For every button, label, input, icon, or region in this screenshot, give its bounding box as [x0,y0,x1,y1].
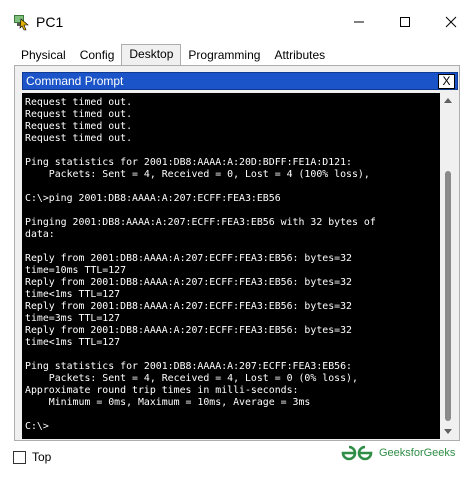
close-button[interactable] [428,0,474,44]
tab-physical[interactable]: Physical [14,46,73,66]
tab-attributes[interactable]: Attributes [267,46,333,66]
command-prompt-close-button[interactable]: X [438,74,455,89]
scroll-thumb[interactable] [445,171,451,421]
top-checkbox-label: Top [32,450,52,464]
minimize-button[interactable] [336,0,382,44]
command-prompt-title: Command Prompt [26,74,124,88]
terminal-scrollbar[interactable] [440,93,456,439]
packet-tracer-pc-icon [14,15,29,31]
window-title: PC1 [36,14,64,30]
minimize-icon [354,21,364,23]
pc1-window: PC1 Physical Config Desktop Programming … [0,0,474,488]
scroll-up-arrow-icon[interactable] [444,98,452,103]
watermark-text: GeeksforGeeks [379,447,456,459]
tab-config[interactable]: Config [72,46,122,66]
tab-bar: Physical Config Desktop Programming Attr… [14,44,333,66]
scroll-down-arrow-icon[interactable] [444,429,452,434]
top-checkbox[interactable] [13,451,26,464]
terminal-output-area[interactable]: Request timed out. Request timed out. Re… [22,93,440,439]
tab-programming[interactable]: Programming [181,46,268,66]
geeksforgeeks-logo [341,445,373,461]
maximize-icon [400,17,410,27]
title-bar[interactable]: PC1 [0,0,474,44]
command-prompt-titlebar: Command Prompt X [22,72,458,90]
maximize-button[interactable] [382,0,428,44]
close-icon [445,16,457,28]
tab-desktop[interactable]: Desktop [121,44,182,66]
terminal-text: Request timed out. Request timed out. Re… [25,97,376,432]
